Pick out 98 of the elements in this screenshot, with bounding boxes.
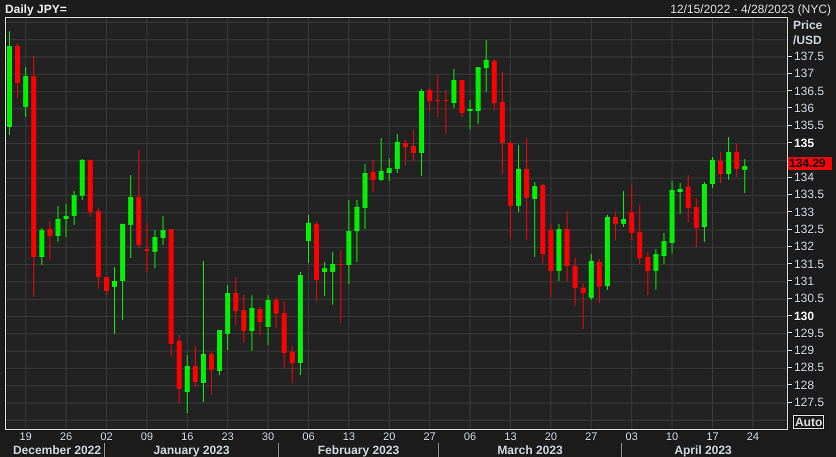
candlestick [330,251,336,306]
candlestick [402,139,408,166]
price-tick-label: 133 [794,206,814,218]
month-label: March 2023 [497,443,563,457]
date-tick-label: 26 [58,431,74,443]
month-label: January 2023 [153,443,230,457]
price-tick-label: 135 [794,136,814,149]
date-tick-label: 20 [382,431,396,443]
candlestick [104,276,109,296]
candlestick [233,276,238,326]
price-tick-label: 130.5 [794,292,824,304]
candlestick [64,204,69,238]
candlestick [468,99,473,131]
price-tick-label: 132 [794,240,814,252]
candlestick [257,306,262,336]
candlestick [734,143,740,178]
candlestick [645,251,650,296]
date-tick-label: 13 [503,431,518,443]
candlestick [160,215,166,246]
date-tick-label: 03 [624,431,639,443]
date-tick-label: 10 [664,431,680,443]
date-tick-label: 09 [140,431,154,443]
date-range: 12/15/2022 - 4/28/2023 (NYC) [670,2,831,14]
candlestick [386,158,392,182]
candlestick [47,220,52,260]
candlestick [55,205,60,242]
date-tick-label: 13 [342,431,356,443]
price-tick-label: 128.5 [794,361,824,374]
candlestick [661,232,666,264]
date-tick-label: 06 [462,431,478,443]
month-label: April 2023 [674,443,732,457]
candlestick [209,351,214,396]
price-tick-label: 134 [794,171,814,184]
candlestick [443,89,448,134]
price-tick-label: 136.5 [794,84,824,97]
candlestick [621,190,626,228]
price-tick-label: 131 [794,274,814,287]
candlestick [653,248,658,290]
price-tick-label: 129.5 [794,326,824,339]
candlestick [613,211,618,241]
axis-title: Price [793,17,822,33]
current-price-marker: 134.29 [788,157,832,170]
candlestick [572,258,578,306]
candlestick [694,197,699,248]
price-tick-label: 137 [794,67,814,80]
candlestick [72,190,77,226]
price-tick-label: 131.5 [794,258,824,270]
candlestick [306,214,311,264]
date-tick-label: 27 [422,431,437,443]
candlestick [629,184,634,241]
candlestick [580,282,586,330]
date-tick-label: 16 [180,431,194,443]
date-tick-label: 20 [544,431,558,443]
candlestick [192,345,198,388]
candlestick [378,138,384,182]
date-tick-label: 17 [705,431,720,443]
candlestick [435,74,440,118]
chart-title: Daily JPY= [5,2,67,14]
month-label: February 2023 [318,443,400,457]
price-tick-label: 136 [794,102,814,114]
price-tick-label: 137.5 [794,50,824,62]
candlestick [249,294,254,352]
candlestick [290,345,295,384]
candlestick [484,40,489,93]
price-tick-label: 135.5 [794,119,824,132]
candlestick [144,222,150,272]
candlestick [411,130,416,162]
price-tick-label: 129 [794,344,814,356]
candlestick [678,182,683,214]
candlestick [274,296,279,328]
date-tick-label: 24 [746,431,760,443]
candlestick [532,181,538,258]
candlestick [451,68,456,108]
price-tick-label: 127.5 [794,396,824,408]
date-tick-label: 06 [301,431,316,443]
candlestick [112,266,118,334]
axis-title-unit: /USD [793,32,822,48]
date-tick-label: 30 [260,431,276,443]
month-label: December 2022 [12,443,102,457]
candlestick [742,158,748,194]
candlestick [370,159,376,193]
candlestick [726,136,732,180]
date-tick-label: 27 [584,431,598,443]
auto-scale-button[interactable]: Auto [793,415,824,429]
price-tick-label: 130 [794,310,814,322]
price-tick-label: 132.5 [794,223,824,236]
date-tick-label: 23 [220,431,235,443]
candlestick [152,230,158,269]
price-tick-label: 133.5 [794,188,824,200]
candlestick [338,250,344,324]
price-tick-label: 128 [794,378,814,391]
candlestick [241,294,246,344]
date-tick-label: 02 [99,431,114,443]
date-tick-label: 19 [18,431,33,443]
candlestick [322,261,328,296]
candlestick [718,151,724,184]
candlestick [686,174,691,223]
candlestick [427,87,432,112]
